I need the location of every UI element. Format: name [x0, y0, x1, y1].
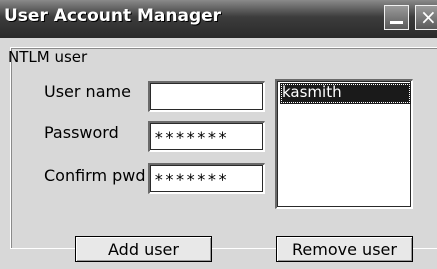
add-user-button[interactable]: Add user	[75, 236, 212, 262]
confirm-password-field[interactable]: *******	[148, 163, 265, 194]
minimize-icon	[390, 21, 403, 24]
title-bar[interactable]: User Account Manager ×	[0, 0, 437, 38]
password-field[interactable]: *******	[148, 121, 265, 152]
password-label: Password	[44, 123, 119, 142]
remove-user-button[interactable]: Remove user	[276, 236, 413, 262]
user-account-manager-window: User Account Manager × NTLM user User na…	[0, 0, 437, 269]
confirm-password-label: Confirm pwd	[44, 166, 146, 185]
group-title: NTLM user	[8, 48, 88, 66]
username-label: User name	[44, 82, 131, 101]
close-icon: ×	[420, 5, 437, 29]
list-item-kasmith[interactable]: kasmith	[280, 83, 411, 104]
username-field[interactable]	[148, 81, 265, 112]
users-listbox[interactable]: kasmith	[275, 79, 413, 209]
window-title: User Account Manager	[4, 6, 222, 26]
minimize-button[interactable]	[384, 5, 409, 30]
close-button[interactable]: ×	[415, 5, 437, 30]
